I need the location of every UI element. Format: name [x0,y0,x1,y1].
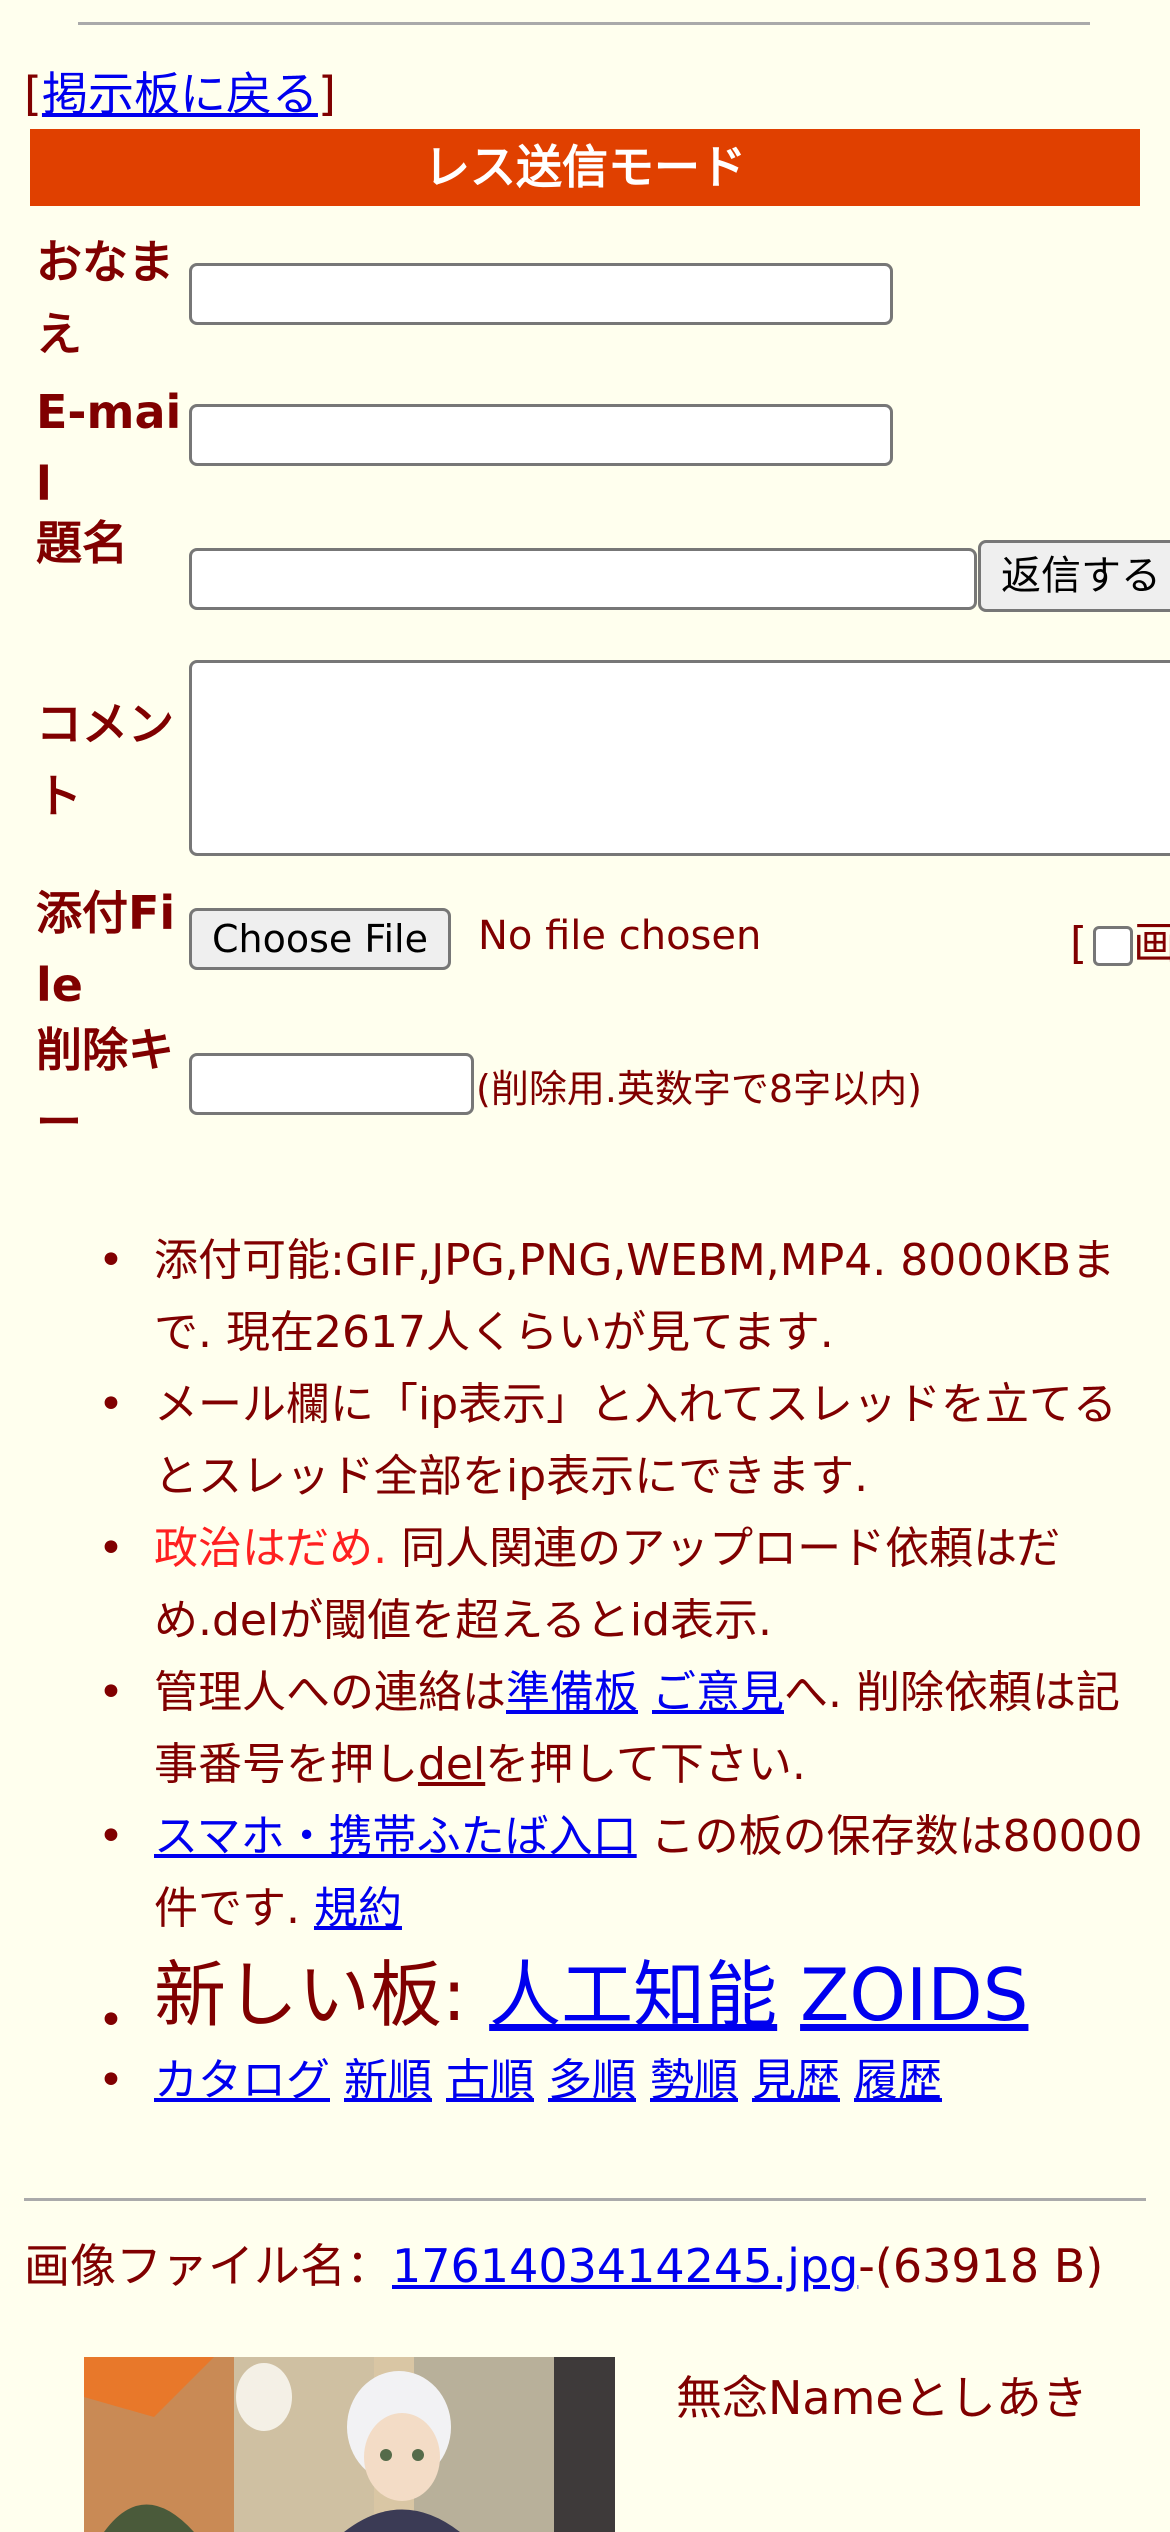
delete-key-input[interactable] [189,1053,474,1115]
note-contact: 管理人への連絡は準備板 ご意見へ. 削除依頼は記事番号を押しdelを押して下さい… [86,1657,1146,1801]
name-label: おなまえ [36,235,174,361]
reply-mode-banner: レス送信モード [30,129,1140,206]
ai-board-link[interactable]: 人工知能 [489,1953,777,2037]
delete-key-hint: (削除用.英数字で8字以内) [476,1067,922,1111]
sort-most-link[interactable]: 多順 [548,2055,636,2106]
note-ip-display: メール欄に「ip表示」と入れてスレッドを立てるとスレッド全部をip表示にできます… [86,1369,1146,1513]
file-size: -(63918 B) [858,2239,1104,2293]
post-file-info: 画像ファイル名：1761403414245.jpg-(63918 B) [24,2235,1114,2297]
choose-file-button[interactable]: Choose File [189,908,451,970]
note-no-politics: 政治はだめ. [154,1523,388,1574]
history-link[interactable]: 履歴 [854,2055,942,2106]
sort-oldest-link[interactable]: 古順 [446,2055,534,2106]
toggle-bracket: [ [1070,918,1088,969]
note-contact-text: 管理人への連絡は [154,1667,506,1718]
image-only-toggle: [画 [1070,907,1170,971]
post-thumbnail-image[interactable] [84,2357,615,2532]
new-boards-label: 新しい板: [154,1953,490,2037]
feedback-link[interactable]: ご意見 [652,1667,784,1718]
rules-link[interactable]: 規約 [314,1883,402,1934]
top-divider [78,22,1090,25]
file-label: 添付File [36,886,176,1012]
mobile-entrance-link[interactable]: スマホ・携帯ふたば入口 [154,1811,637,1862]
delete-key-label: 削除キー [36,1023,174,1149]
section-divider [24,2198,1146,2201]
note-mobile: スマホ・携帯ふたば入口 この板の保存数は80000件です. 規約 [86,1801,1146,1945]
file-name-label: 画像ファイル名： [24,2239,392,2293]
catalog-link[interactable]: カタログ [154,2055,330,2106]
thumbnail-illustration [84,2357,615,2532]
image-only-label: 画 [1133,918,1170,969]
image-only-checkbox[interactable] [1093,926,1134,966]
prep-board-link[interactable]: 準備板 [506,1667,638,1718]
poster-name: 無念Nameとしあき [676,2371,1088,2425]
email-label: E-mail [36,385,182,511]
note-attachments-text: 添付可能:GIF,JPG,PNG,WEBM,MP4. 8000KBまで. 現在2… [154,1235,1116,1358]
note-contact-end: を押して下さい. [485,1739,806,1790]
sort-momentum-link[interactable]: 勢順 [650,2055,738,2106]
subject-input[interactable] [189,548,977,610]
note-new-boards: 新しい板: 人工知能 ZOIDS [86,1945,1146,2071]
name-input[interactable] [189,263,893,325]
note-ip-display-text: メール欄に「ip表示」と入れてスレッドを立てるとスレッド全部をip表示にできます… [154,1379,1117,1502]
back-bracket-open: [ [24,67,42,121]
comment-textarea[interactable] [189,660,1170,856]
note-attachments: 添付可能:GIF,JPG,PNG,WEBM,MP4. 8000KBまで. 現在2… [86,1225,1146,1369]
sort-newest-link[interactable]: 新順 [344,2055,432,2106]
comment-label: コメント [36,697,174,823]
board-notes-list: 添付可能:GIF,JPG,PNG,WEBM,MP4. 8000KBまで. 現在2… [86,1225,1146,2117]
email-input[interactable] [189,404,893,466]
del-link[interactable]: del [418,1739,485,1790]
back-to-board-link[interactable]: 掲示板に戻る [42,67,318,121]
file-name-link[interactable]: 1761403414245.jpg [392,2239,858,2293]
no-file-status: No file chosen [478,913,762,959]
note-sort-links: カタログ 新順 古順 多順 勢順 見歴 履歴 [86,2045,1146,2117]
subject-label: 題名 [36,516,128,570]
note-rules: 政治はだめ. 同人関連のアップロード依頼はだめ.delが閾値を超えるとid表示. [86,1513,1146,1657]
zoids-board-link[interactable]: ZOIDS [800,1953,1028,2037]
back-nav: [掲示板に戻る] [24,58,336,124]
viewed-history-link[interactable]: 見歴 [752,2055,840,2106]
back-bracket-close: ] [317,67,336,121]
submit-reply-button[interactable]: 返信する [978,540,1170,612]
